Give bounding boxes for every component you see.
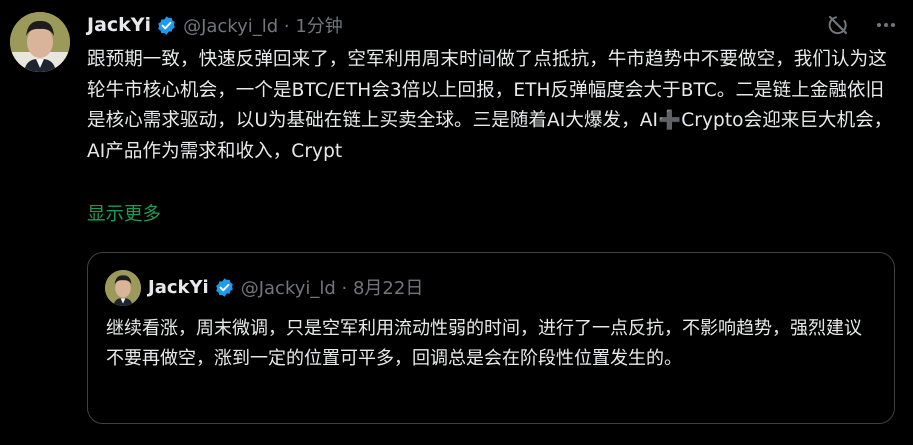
quoted-tweet-header: JackYi @Jackyi_ld · 8月22日 xyxy=(148,274,423,300)
quoted-tweet-text: 继续看涨，周末微调，只是空军利用流动性弱的时间，进行了一点反抗，不影响趋势，强烈… xyxy=(106,318,862,369)
plus-emoji: ➕ xyxy=(658,110,682,131)
more-icon[interactable] xyxy=(873,12,899,38)
quoted-avatar[interactable] xyxy=(105,270,141,306)
quoted-handle-date: @Jackyi_ld · 8月22日 xyxy=(240,278,424,299)
tweet-header: JackYi @Jackyi_ld · 1分钟 xyxy=(87,10,343,40)
header-actions xyxy=(825,12,899,38)
avatar[interactable] xyxy=(10,12,70,72)
author-name[interactable]: JackYi xyxy=(87,14,151,36)
handle-time[interactable]: @Jackyi_ld · 1分钟 xyxy=(183,12,343,38)
quoted-verified-badge-icon xyxy=(214,277,235,298)
verified-badge-icon xyxy=(156,15,177,36)
tweet-text: 跟预期一致，快速反弹回来了，空军利用周末时间做了点抵抗，牛市趋势中不要做空，我们… xyxy=(87,45,897,167)
grok-icon[interactable] xyxy=(825,12,851,38)
quoted-author-name[interactable]: JackYi xyxy=(148,277,209,298)
show-more-link[interactable]: 显示更多 xyxy=(87,200,161,226)
